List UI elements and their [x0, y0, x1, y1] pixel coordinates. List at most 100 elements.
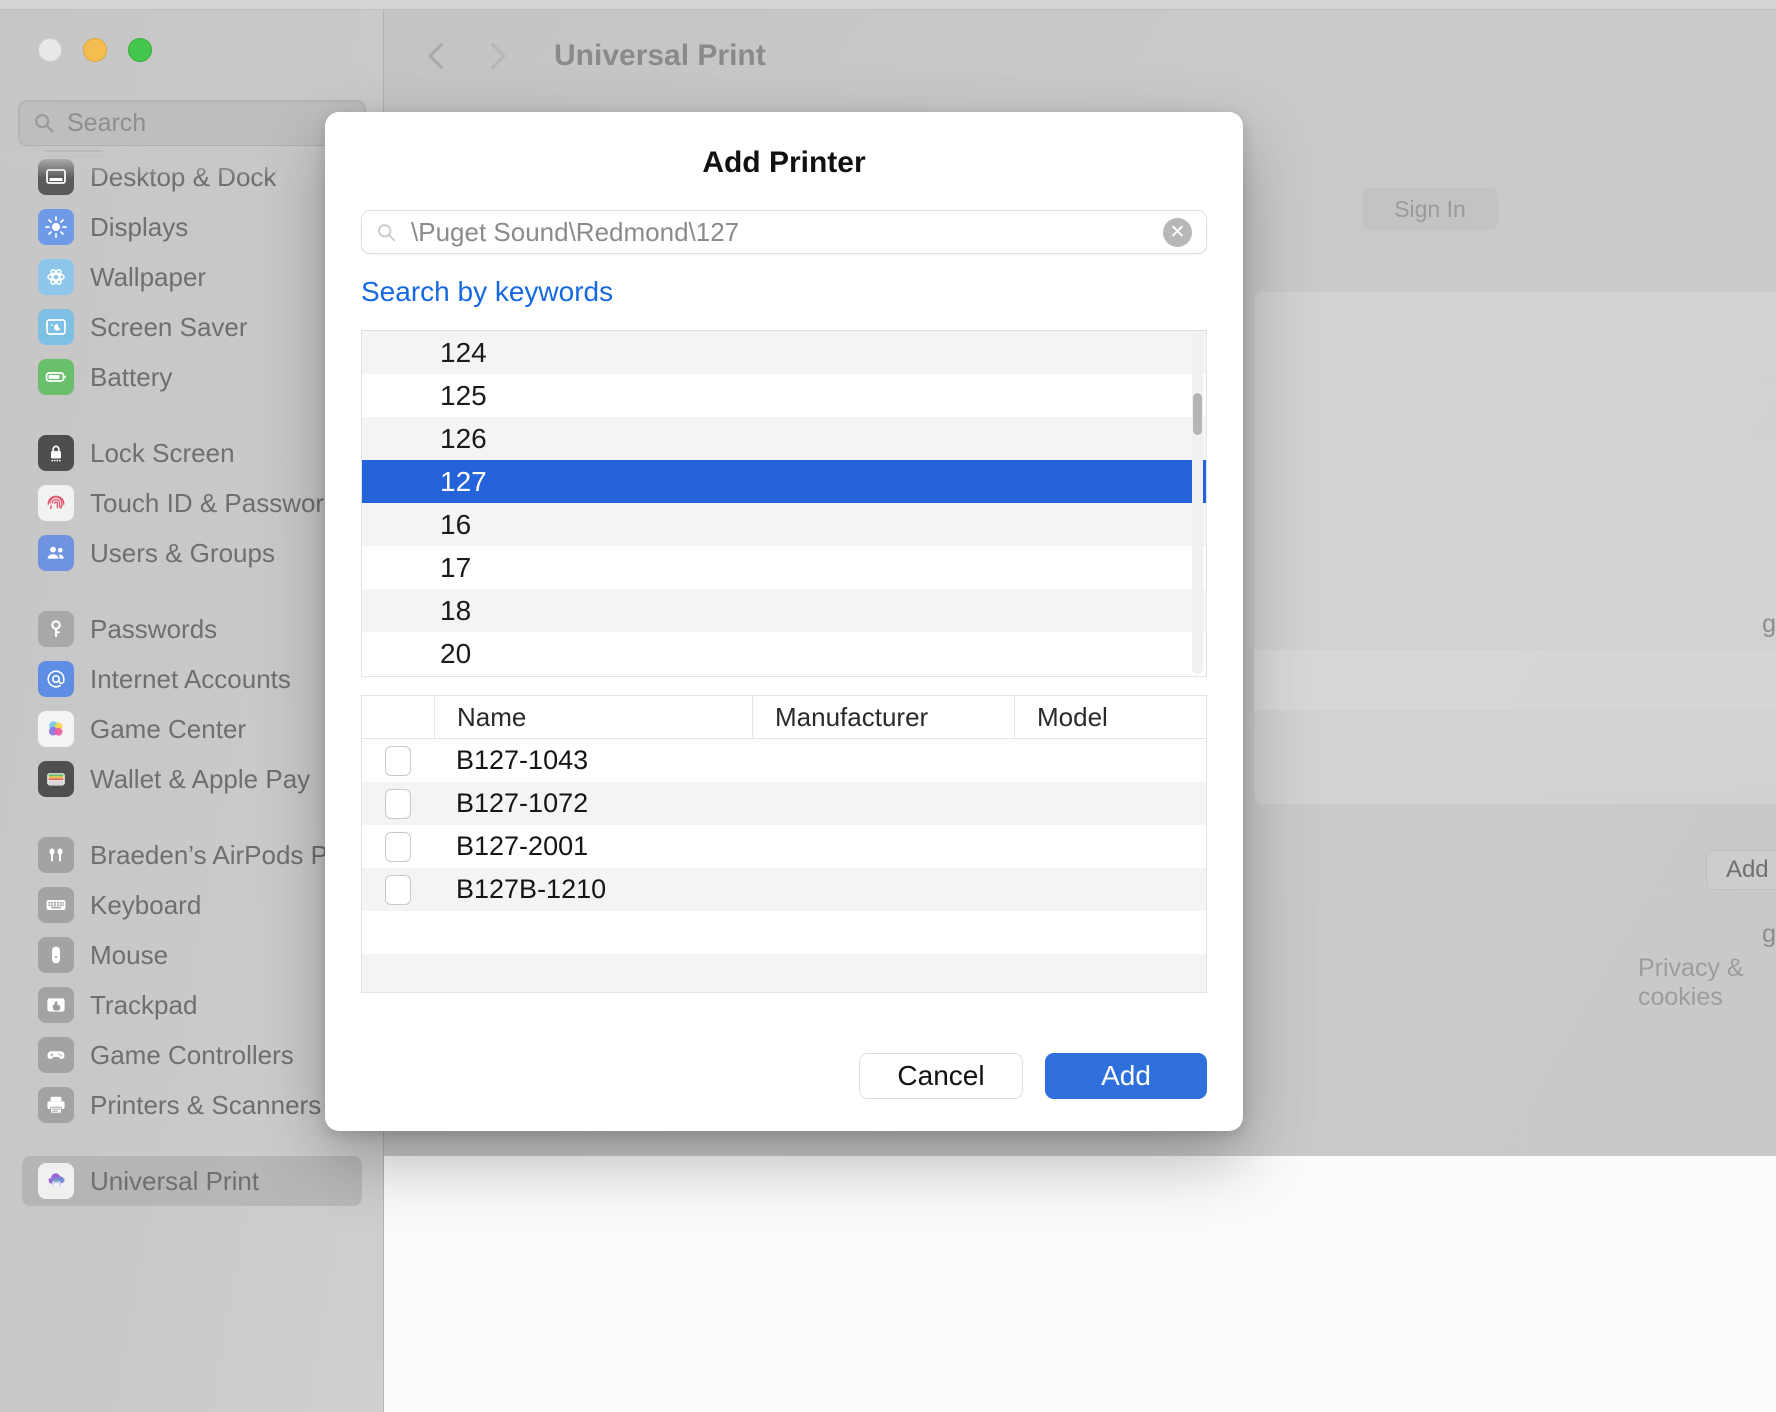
sidebar-item-label: Users & Groups [90, 537, 275, 568]
sidebar-item-battery[interactable]: Battery [22, 352, 362, 402]
row-checkbox-cell[interactable] [362, 831, 434, 862]
close-window-button[interactable] [38, 38, 62, 62]
back-chevron-icon[interactable] [420, 39, 454, 73]
row-checkbox[interactable] [385, 745, 411, 776]
sidebar-item-label: Screen Saver [90, 311, 248, 342]
wallet-icon [38, 761, 74, 797]
location-label: 18 [440, 594, 472, 626]
sidebar-item-printers-scanners[interactable]: Printers & Scanners [22, 1080, 362, 1130]
location-list-item[interactable]: 127 [362, 460, 1206, 503]
row-checkbox-cell[interactable] [362, 745, 434, 776]
location-label: 126 [440, 422, 487, 454]
location-list[interactable]: 124 125 126 127 16 17 18 20 [361, 330, 1207, 677]
privacy-cookies-link[interactable]: Privacy & cookies [1638, 954, 1776, 1012]
sidebar-search-field[interactable]: Search [18, 100, 366, 146]
sidebar-item-label: Touch ID & Password [90, 487, 339, 518]
universal-print-icon [38, 1163, 74, 1199]
sidebar-item-label: Wallpaper [90, 261, 207, 292]
search-by-keywords-link[interactable]: Search by keywords [361, 276, 1243, 308]
sidebar-item-desktop-dock[interactable]: Desktop & Dock [22, 152, 362, 202]
location-label: 127 [440, 465, 487, 497]
maximize-window-button[interactable] [128, 38, 152, 62]
add-printer-dialog: Add Printer \Puget Sound\Redmond\127 ✕ S… [325, 112, 1243, 1131]
internet-accounts-icon [38, 661, 74, 697]
sidebar-item-displays[interactable]: Displays [22, 202, 362, 252]
desktop-dock-icon [38, 159, 74, 195]
cancel-button[interactable]: Cancel [859, 1053, 1023, 1099]
wallpaper-icon [38, 259, 74, 295]
location-label: 125 [440, 379, 487, 411]
sidebar-item-universal-print[interactable]: Universal Print [22, 1156, 362, 1206]
location-list-item[interactable]: 18 [362, 589, 1206, 632]
location-list-item[interactable]: 124 [362, 331, 1206, 374]
sidebar-item-passwords[interactable]: Passwords [22, 604, 362, 654]
sign-in-button[interactable]: Sign In [1362, 188, 1498, 230]
column-header-select[interactable] [362, 696, 434, 738]
battery-icon [38, 359, 74, 395]
sidebar-item-label: Trackpad [90, 989, 198, 1020]
table-row[interactable]: B127B-1210 [362, 868, 1206, 911]
users-groups-icon [38, 535, 74, 571]
row-checkbox-cell[interactable] [362, 874, 434, 905]
printer-table-body[interactable]: B127-1043 B127-1072 B127-2001 B127B-1210 [362, 739, 1206, 992]
window-traffic-lights [38, 38, 152, 62]
add-printer-button[interactable]: Add printer... [1706, 850, 1776, 890]
add-button[interactable]: Add [1045, 1053, 1207, 1099]
column-header-model[interactable]: Model [1014, 696, 1206, 738]
location-list-item[interactable]: 126 [362, 417, 1206, 460]
location-label: 124 [440, 336, 487, 368]
keyboard-icon [38, 887, 74, 923]
table-row[interactable]: B127-1072 [362, 782, 1206, 825]
sidebar-item-label: Internet Accounts [90, 663, 291, 694]
column-header-manufacturer[interactable]: Manufacturer [752, 696, 1014, 738]
search-icon [35, 114, 54, 133]
location-list-item[interactable]: 20 [362, 632, 1206, 675]
game-center-icon [38, 711, 74, 747]
row-checkbox[interactable] [385, 831, 411, 862]
sidebar-item-wallpaper[interactable]: Wallpaper [22, 252, 362, 302]
sidebar-item-touch-id-password[interactable]: Touch ID & Password [22, 478, 362, 528]
minimize-window-button[interactable] [83, 38, 107, 62]
sidebar-item-trackpad[interactable]: Trackpad [22, 980, 362, 1030]
sidebar-item-game-center[interactable]: Game Center [22, 704, 362, 754]
sidebar-item-wallet-apple-pay[interactable]: Wallet & Apple Pay [22, 754, 362, 804]
sidebar-item-screen-saver[interactable]: Screen Saver [22, 302, 362, 352]
sidebar-search-placeholder: Search [67, 108, 147, 137]
row-checkbox-cell[interactable] [362, 788, 434, 819]
trackpad-icon [38, 987, 74, 1023]
dialog-title: Add Printer [702, 146, 866, 179]
sidebar-item-keyboard[interactable]: Keyboard [22, 880, 362, 930]
sidebar-item-label: Lock Screen [90, 437, 235, 468]
game-controllers-icon [38, 1037, 74, 1073]
printer-name-cell: B127-1072 [456, 788, 589, 818]
location-list-scrollbar-thumb[interactable] [1193, 393, 1202, 435]
location-list-item[interactable]: 16 [362, 503, 1206, 546]
sidebar-item-internet-accounts[interactable]: Internet Accounts [22, 654, 362, 704]
row-checkbox[interactable] [385, 874, 411, 905]
printer-table[interactable]: Name Manufacturer Model B127-1043 B127-1072… [361, 695, 1207, 993]
printer-search-field[interactable]: \Puget Sound\Redmond\127 ✕ [361, 210, 1207, 254]
column-header-name[interactable]: Name [434, 696, 752, 738]
location-list-item[interactable]: 125 [362, 374, 1206, 417]
location-list-item[interactable]: 17 [362, 546, 1206, 589]
sidebar-item-users-groups[interactable]: Users & Groups [22, 528, 362, 578]
table-row[interactable]: B127-2001 [362, 825, 1206, 868]
row-checkbox[interactable] [385, 788, 411, 819]
sidebar-item-game-controllers[interactable]: Game Controllers [22, 1030, 362, 1080]
sidebar-item-mouse[interactable]: Mouse [22, 930, 362, 980]
dialog-footer: Cancel Add [859, 1053, 1207, 1099]
passwords-key-icon [38, 611, 74, 647]
sidebar-item-braeden-s-airpods-pro[interactable]: Braeden’s AirPods Pro [22, 830, 362, 880]
location-list-scrollbar-track[interactable] [1192, 333, 1203, 674]
clear-search-icon[interactable]: ✕ [1163, 217, 1192, 247]
table-empty-row [362, 954, 1206, 992]
mouse-icon [38, 937, 74, 973]
table-row[interactable]: B127-1043 [362, 739, 1206, 782]
printers-scanners-icon [38, 1087, 74, 1123]
forward-chevron-icon[interactable] [480, 39, 514, 73]
sidebar-item-label: Displays [90, 211, 189, 242]
printer-name-cell: B127-1043 [456, 745, 589, 775]
sidebar-item-label: Keyboard [90, 889, 202, 920]
printer-table-header: Name Manufacturer Model [362, 696, 1206, 739]
sidebar-item-lock-screen[interactable]: Lock Screen [22, 428, 362, 478]
